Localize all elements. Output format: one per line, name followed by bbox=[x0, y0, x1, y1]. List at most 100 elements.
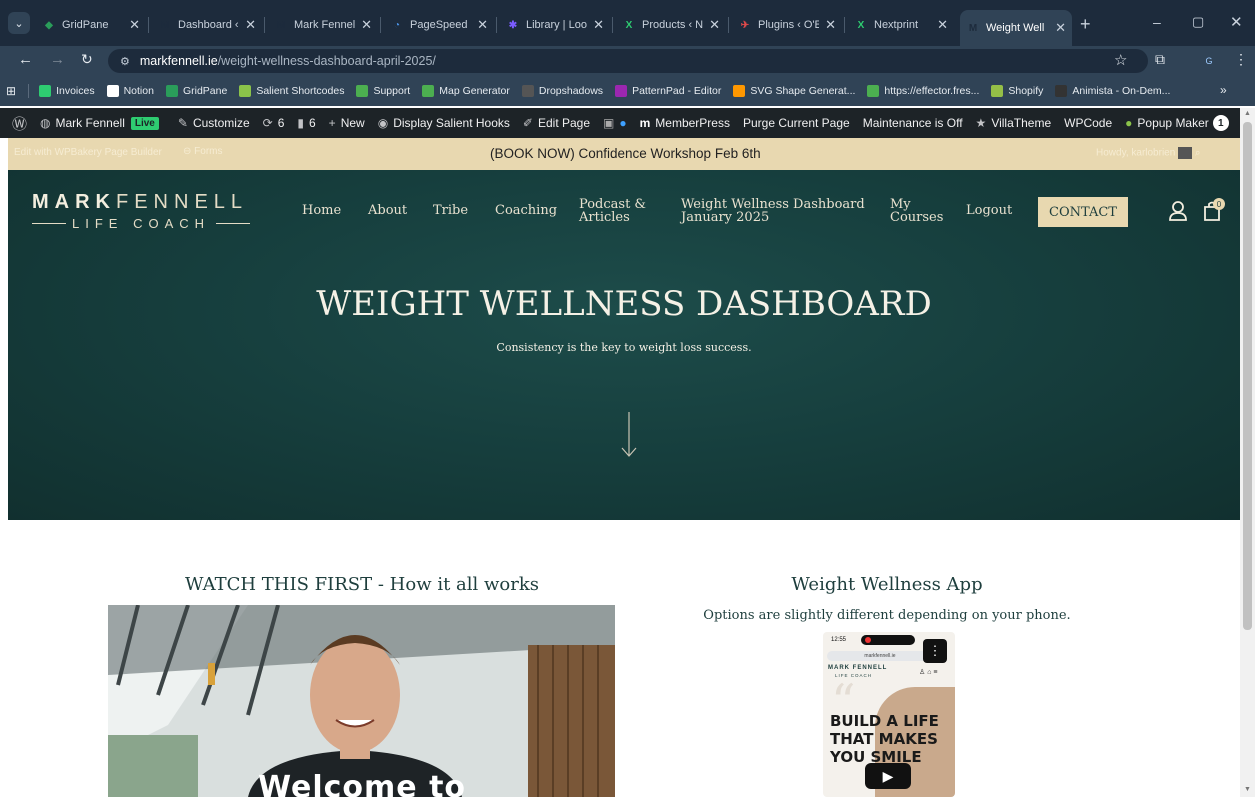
nav-about[interactable]: About bbox=[368, 204, 407, 217]
bookmark-item[interactable]: Invoices bbox=[39, 85, 95, 97]
extensions-icon[interactable]: ⧉ bbox=[1155, 51, 1165, 68]
updates-link[interactable]: ⟳ 6 bbox=[263, 116, 285, 130]
tab-close-icon[interactable]: ✕ bbox=[593, 17, 604, 33]
bookmark-item[interactable]: PatternPad - Editor bbox=[615, 85, 721, 97]
maintenance-link[interactable]: Maintenance is Off bbox=[863, 116, 963, 130]
wpcode-link[interactable]: WPCode bbox=[1064, 116, 1112, 130]
forward-icon[interactable]: → bbox=[50, 51, 65, 68]
scroll-down-arrow-icon[interactable] bbox=[619, 410, 639, 460]
browser-tab[interactable]: ◔ PageSpeed I ✕ bbox=[384, 10, 494, 40]
bookmark-item[interactable]: Notion bbox=[106, 85, 154, 97]
bookmark-item[interactable]: SVG Shape Generat... bbox=[733, 85, 855, 97]
bookmark-item[interactable]: Salient Shortcodes bbox=[239, 85, 344, 97]
bookmark-item[interactable]: Support bbox=[356, 85, 410, 97]
intro-video[interactable]: Welcome to bbox=[108, 605, 615, 797]
nav-weight-dashboard[interactable]: Weight Wellness Dashboard January 2025 bbox=[681, 198, 865, 224]
play-button[interactable]: ▶ bbox=[865, 763, 911, 789]
browser-tab[interactable]: M Mark Fennell ✕ bbox=[268, 10, 378, 40]
cart-icon[interactable]: 0 bbox=[1202, 198, 1226, 224]
edit-page-link[interactable]: ✐ Edit Page bbox=[523, 116, 590, 130]
back-icon[interactable]: ← bbox=[18, 51, 33, 68]
browser-tab[interactable]: X Products ‹ N ✕ bbox=[616, 10, 726, 40]
video-heading: WATCH THIS FIRST - How it all works bbox=[184, 574, 540, 595]
profile-avatar[interactable]: G bbox=[1200, 52, 1218, 70]
bookmark-star-icon[interactable]: ☆ bbox=[1114, 51, 1127, 69]
tab-title: PageSpeed I bbox=[410, 19, 472, 31]
browser-menu-icon[interactable]: ⋮ bbox=[1234, 51, 1248, 68]
tab-close-icon[interactable]: ✕ bbox=[129, 17, 140, 33]
tab-favicon-icon: M bbox=[276, 19, 286, 31]
browser-tab[interactable]: ✱ Library | Loo ✕ bbox=[500, 10, 610, 40]
browser-tab[interactable]: M Dashboard ‹ ✕ bbox=[152, 10, 262, 40]
nav-podcast[interactable]: Podcast & Articles bbox=[579, 198, 646, 224]
announcement-text[interactable]: (BOOK NOW) Confidence Workshop Feb 6th bbox=[490, 146, 761, 161]
new-tab-button[interactable]: + bbox=[1080, 14, 1091, 35]
wordpress-logo-icon[interactable]: Ⓦ bbox=[12, 113, 27, 134]
bookmark-icon bbox=[733, 85, 746, 97]
phone-nav-icons: ♙ ⌂ ≡ bbox=[919, 669, 938, 676]
scroll-down-icon[interactable]: ▼ bbox=[1244, 786, 1251, 793]
comments-link[interactable]: ▮ 6 bbox=[297, 116, 315, 130]
bookmark-item[interactable]: Shopify bbox=[991, 85, 1043, 97]
contact-button[interactable]: CONTACT bbox=[1038, 197, 1128, 227]
search-icon[interactable]: ⌕ bbox=[1195, 148, 1201, 159]
bookmark-item[interactable]: Map Generator bbox=[422, 85, 510, 97]
tab-close-icon[interactable]: ✕ bbox=[1055, 20, 1066, 36]
nav-my-courses[interactable]: My Courses bbox=[890, 198, 943, 224]
forms-label: Forms bbox=[194, 146, 223, 157]
restore-button[interactable]: ▢ bbox=[1192, 14, 1204, 30]
phone-time: 12:55 bbox=[831, 637, 847, 643]
browser-tab[interactable]: M Weight Well ✕ bbox=[960, 10, 1072, 46]
nav-logout[interactable]: Logout bbox=[966, 204, 1012, 217]
display-hooks-link[interactable]: ◉ Display Salient Hooks bbox=[378, 116, 510, 130]
tab-close-icon[interactable]: ✕ bbox=[477, 17, 488, 33]
scroll-up-arrow-icon[interactable]: ▲ bbox=[1244, 110, 1251, 117]
wpbakery-edit-link[interactable]: Edit with WPBakery Page Builder bbox=[14, 147, 162, 158]
site-info-icon[interactable]: ⚙ bbox=[120, 55, 130, 68]
purge-link[interactable]: Purge Current Page bbox=[743, 116, 850, 130]
tab-close-icon[interactable]: ✕ bbox=[361, 17, 372, 33]
phone-headline: BUILD A LIFE THAT MAKES YOU SMILE bbox=[830, 712, 939, 766]
account-icon[interactable] bbox=[1168, 200, 1188, 222]
close-window-button[interactable]: ✕ bbox=[1230, 13, 1243, 31]
tab-separator bbox=[148, 17, 149, 33]
vc-icon[interactable]: ▣ ● bbox=[603, 116, 627, 130]
new-content-link[interactable]: + New bbox=[329, 116, 365, 130]
popup-maker-link[interactable]: ● Popup Maker 1 bbox=[1125, 115, 1229, 131]
bookmark-item[interactable]: Dropshadows bbox=[521, 85, 603, 97]
bookmark-item[interactable]: https://effector.fres... bbox=[867, 85, 979, 97]
nav-tribe[interactable]: Tribe bbox=[433, 204, 468, 217]
app-video[interactable]: 12:55 markfennell.ie MARK FENNELL LIFE C… bbox=[823, 632, 955, 797]
browser-tab[interactable]: ◆ GridPane ✕ bbox=[36, 10, 146, 40]
tab-search-button[interactable]: ⌄ bbox=[8, 12, 30, 34]
tab-title: Nextprint bbox=[874, 19, 919, 31]
nav-home[interactable]: Home bbox=[302, 204, 341, 217]
bookmarks-overflow-icon[interactable]: » bbox=[1220, 83, 1227, 97]
forms-link[interactable]: ⊖ Forms bbox=[183, 146, 223, 157]
phone-url: markfennell.ie bbox=[827, 651, 933, 661]
bookmark-label: Salient Shortcodes bbox=[256, 85, 345, 97]
site-logo[interactable]: MARKFENNELL LIFE COACH bbox=[32, 192, 272, 232]
video-menu-icon[interactable]: ⋮ bbox=[923, 639, 947, 663]
browser-tab[interactable]: ✈ Plugins ‹ O'E ✕ bbox=[732, 10, 842, 40]
customize-link[interactable]: ✎ Customize bbox=[178, 116, 250, 130]
tab-close-icon[interactable]: ✕ bbox=[245, 17, 256, 33]
bookmark-item[interactable]: GridPane bbox=[165, 85, 227, 97]
villatheme-link[interactable]: ★ VillaTheme bbox=[976, 116, 1052, 130]
nav-coaching[interactable]: Coaching bbox=[495, 204, 557, 217]
howdy-user[interactable]: Howdy, karlobrien ⌕ bbox=[1096, 147, 1200, 159]
comment-icon: ▮ bbox=[297, 116, 304, 130]
scrollbar-thumb[interactable] bbox=[1243, 122, 1252, 630]
tab-close-icon[interactable]: ✕ bbox=[937, 17, 948, 33]
apps-icon[interactable]: ⊞ bbox=[6, 84, 16, 98]
browser-tab[interactable]: X Nextprint ✕ bbox=[848, 10, 954, 40]
minimize-button[interactable]: – bbox=[1153, 14, 1161, 30]
bookmark-icon bbox=[521, 85, 534, 97]
tab-close-icon[interactable]: ✕ bbox=[825, 17, 836, 33]
tab-close-icon[interactable]: ✕ bbox=[709, 17, 720, 33]
bookmark-item[interactable]: Animista - On-Dem... bbox=[1055, 85, 1170, 97]
memberpress-link[interactable]: m MemberPress bbox=[640, 116, 730, 130]
reload-icon[interactable]: ↻ bbox=[81, 51, 93, 68]
site-name-link[interactable]: ◍ Mark Fennell Live bbox=[40, 116, 165, 130]
address-bar[interactable]: ⚙ markfennell.ie/weight-wellness-dashboa… bbox=[108, 49, 1148, 73]
